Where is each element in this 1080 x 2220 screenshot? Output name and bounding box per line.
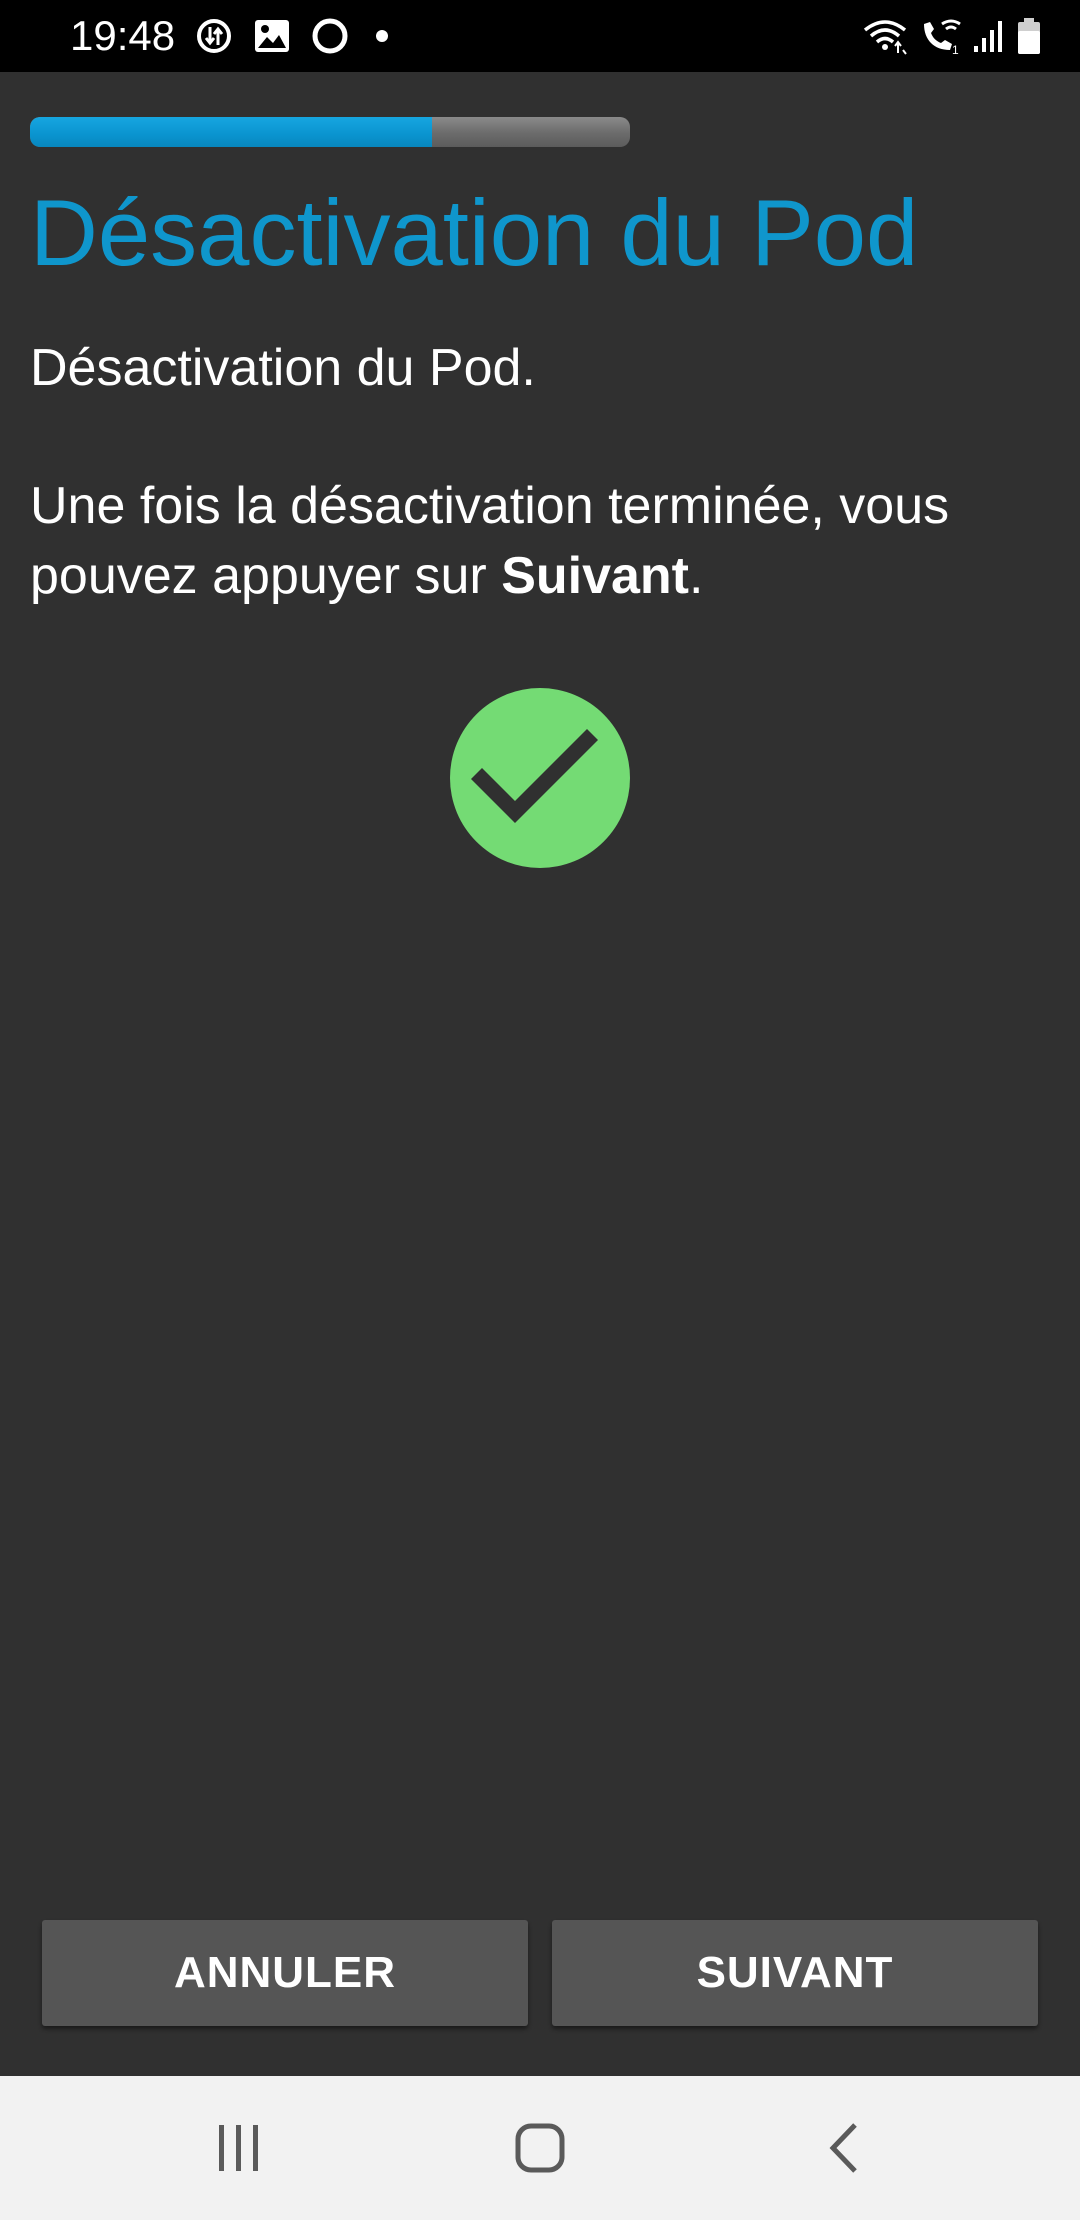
- success-check-icon: [450, 688, 630, 868]
- recents-button[interactable]: [139, 2076, 339, 2220]
- description-line-1: Désactivation du Pod.: [30, 339, 536, 397]
- description-line-2: Une fois la désactivation terminée, vous…: [30, 471, 1030, 611]
- wifi-icon: [863, 20, 907, 55]
- next-button[interactable]: SUIVANT: [552, 1920, 1038, 2026]
- screen: 19:48 1 Désactivation du Pod Désactivati…: [0, 0, 1080, 2220]
- svg-text:1: 1: [952, 43, 959, 56]
- home-icon: [515, 2123, 565, 2173]
- recents-icon: [219, 2125, 258, 2171]
- circle-notification-icon: [312, 18, 348, 54]
- description-next-keyword: Suivant: [501, 547, 690, 605]
- description: Désactivation du Pod. Une fois la désact…: [30, 333, 1030, 611]
- dot-icon: [376, 30, 388, 42]
- status-left-icons: [194, 14, 388, 58]
- wizard-progress-bar: [30, 117, 630, 147]
- signal-icon: [974, 21, 1002, 52]
- back-button[interactable]: [743, 2076, 943, 2220]
- navigation-bar: [0, 2076, 1080, 2220]
- page-title: Désactivation du Pod: [30, 180, 919, 285]
- wizard-progress-fill: [30, 117, 432, 147]
- battery-icon: [1018, 18, 1040, 54]
- back-icon: [829, 2123, 857, 2173]
- description-line-2-suffix: .: [689, 547, 704, 605]
- gallery-icon: [255, 20, 289, 52]
- data-saver-icon: [197, 19, 231, 53]
- status-time: 19:48: [70, 12, 176, 59]
- status-right-icons: 1: [862, 14, 1042, 58]
- cancel-button[interactable]: ANNULER: [42, 1920, 528, 2026]
- description-line-2-text: Une fois la désactivation terminée, vous…: [30, 477, 950, 605]
- home-button[interactable]: [440, 2076, 640, 2220]
- status-bar: 19:48 1: [0, 0, 1080, 72]
- wifi-call-icon: 1: [924, 19, 961, 56]
